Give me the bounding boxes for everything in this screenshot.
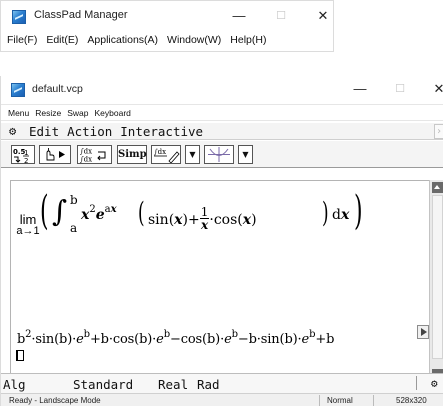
scroll-track[interactable] [432,195,443,359]
maximize-button[interactable]: ☐ [271,7,291,25]
menu-swap[interactable]: Swap [67,108,88,118]
menu-help[interactable]: Help(H) [230,34,266,50]
calc-menu-edit[interactable]: Edit [29,124,59,139]
vertical-scrollbar[interactable] [429,180,443,388]
mode-rad[interactable]: Rad [197,377,220,392]
simp-button[interactable]: Simp [117,145,147,164]
calc-menu-interactive[interactable]: Interactive [120,124,203,139]
integral-sign: ∫ [52,194,68,228]
dropdown-1[interactable]: ▼ [185,145,200,164]
svg-text:2: 2 [24,157,28,164]
result-expression: b2·sin(b)·eb+b·cos(b)·eb−cos(b)·eb−b·sin… [17,329,335,347]
menu-window[interactable]: Window(W) [167,34,221,50]
pointer-button[interactable] [39,145,71,164]
manager-menubar: File(F) Edit(E) Applications(A) Window(W… [7,34,275,50]
fraction-decimal-button[interactable]: 0.5 1 2 [11,145,35,165]
vcp-title: default.vcp [32,83,83,95]
euler-e: e [95,207,105,223]
menu-keyboard[interactable]: Keyboard [95,108,131,118]
vcp-titlebar[interactable]: default.vcp — ☐ ✕ [1,76,443,103]
vcp-minimize-button[interactable]: — [350,80,370,98]
var-x: x [174,212,183,228]
classpad-app-icon [11,83,25,97]
mode-alg[interactable]: Alg [3,377,26,392]
fraction-decimal-icon: 0.5 1 2 [13,148,29,165]
menu-resize[interactable]: Resize [35,108,61,118]
integral-convert-icon: ∫dx ∫dx [80,148,106,164]
integral-button[interactable]: ∫dx [151,145,181,164]
frac-denominator: x [200,218,209,232]
exponent-x: x [110,204,117,215]
vcp-close-button[interactable]: ✕ [429,80,443,98]
manager-title: ClassPad Manager [34,9,128,21]
minimize-button[interactable]: — [229,7,249,25]
input-cursor-box[interactable] [16,350,24,361]
outer-right-paren: ) [354,188,363,234]
dropdown-2[interactable]: ▼ [238,145,253,164]
calc-menu-action[interactable]: Action [67,124,112,139]
hand-pointer-icon [46,148,65,161]
var-x: x [242,212,252,228]
status-separator [319,395,320,406]
vcp-maximize-button[interactable]: ☐ [390,80,410,98]
gear-icon[interactable]: ⚙ [9,124,21,138]
status-separator [416,376,417,390]
close-button[interactable]: ✕ [313,7,333,25]
sin-func: sin [148,212,169,228]
var-x: x [340,207,350,223]
classpad-app-icon [12,10,26,24]
graph-button[interactable] [204,145,234,164]
battery-icon: ⚙ [431,377,438,390]
differential: dx [332,207,349,223]
integrand-middle: sin(x)+ 1 x ·cos(x) [148,205,257,232]
integral-pen-icon: ∫dx [154,148,180,164]
outer-left-paren: ( [40,188,49,234]
graph-axes-icon [208,147,230,162]
mode-real[interactable]: Real [158,377,188,392]
calculator-status-bar: Alg Standard Real Rad ⚙ [1,373,443,393]
classpad-manager-window: ClassPad Manager — ☐ ✕ File(F) Edit(E) A… [0,0,334,52]
exponent-a: a [104,204,111,215]
menu-menu[interactable]: Menu [8,108,29,118]
integrand-start: x2eax [81,204,117,223]
inner-left-paren: ( [138,196,145,229]
status-message: Ready - Landscape Mode [9,396,101,405]
status-separator [373,395,374,406]
integral-lower-bound: a [70,221,78,235]
status-size: 528x320 [396,396,427,405]
manager-titlebar[interactable]: ClassPad Manager — ☐ ✕ [1,1,333,31]
cos-func: cos [213,212,238,228]
integral-upper-bound: b [70,193,78,207]
status-mode: Normal [327,396,353,405]
vcp-menubar: Menu Resize Swap Keyboard [1,104,443,121]
menu-scroll-right-icon[interactable]: › [434,124,443,139]
exponent-2: 2 [89,204,96,215]
scroll-up-icon[interactable] [432,182,443,193]
result-expand-arrow-icon[interactable] [417,325,429,339]
window-status-bar: Ready - Landscape Mode Normal 528x320 [1,393,443,406]
calculator-toolbar: 0.5 1 2 ∫dx ∫dx Simp ∫dx ▼ ▼ [1,141,443,168]
mode-standard[interactable]: Standard [73,377,133,392]
inner-right-paren: ) [322,196,329,229]
menu-applications[interactable]: Applications(A) [87,34,158,50]
integral-convert-button[interactable]: ∫dx ∫dx [77,145,112,164]
limit-operator: lim a→1 [16,213,40,237]
calculator-menubar: ⚙ Edit Action Interactive › [1,123,443,140]
lim-subscript: a→1 [16,225,40,237]
svg-text:∫dx: ∫dx [154,148,166,156]
vcp-window: default.vcp — ☐ ✕ Menu Resize Swap Keybo… [0,76,443,406]
d-label: d [332,207,341,223]
menu-edit[interactable]: Edit(E) [46,34,78,50]
svg-text:∫dx: ∫dx [80,148,92,156]
menu-file[interactable]: File(F) [7,34,37,50]
svg-text:∫dx: ∫dx [80,156,92,164]
fraction-one-over-x: 1x [199,206,210,232]
